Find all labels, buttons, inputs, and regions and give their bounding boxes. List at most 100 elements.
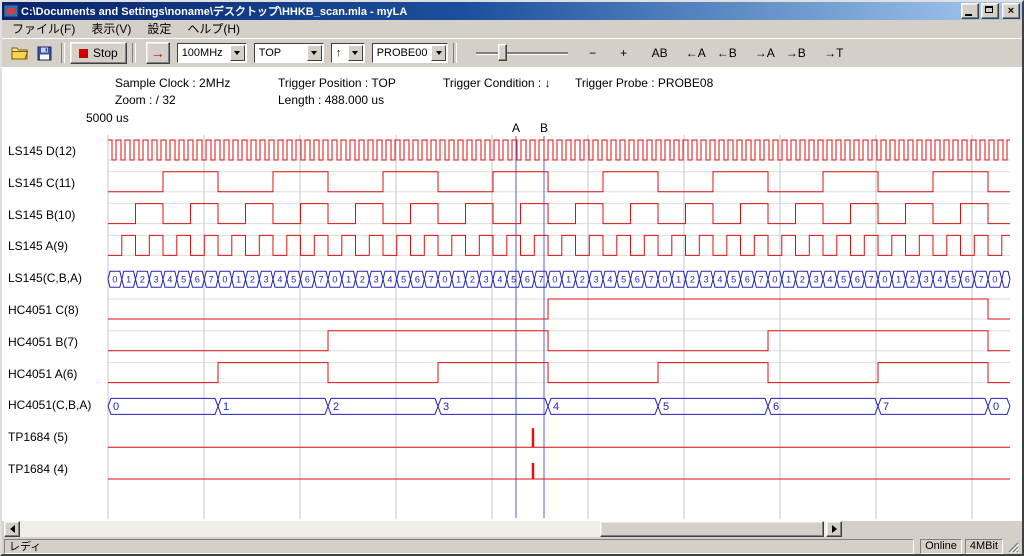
- svg-text:6: 6: [745, 275, 750, 285]
- sample-clock-select[interactable]: 100MHz: [177, 43, 247, 63]
- chevron-down-icon: [311, 51, 317, 55]
- scroll-right-button[interactable]: [826, 521, 842, 537]
- svg-text:3: 3: [924, 275, 929, 285]
- svg-text:6: 6: [965, 275, 970, 285]
- svg-text:2: 2: [910, 275, 915, 285]
- sample-clock-info: Sample Clock : 2MHz: [115, 76, 230, 90]
- zoom-in-button[interactable]: +: [611, 42, 637, 64]
- app-icon: [4, 4, 18, 18]
- stop-label: Stop: [93, 46, 118, 60]
- svg-text:1: 1: [236, 275, 241, 285]
- stop-button[interactable]: Stop: [70, 42, 127, 64]
- goto-b-button[interactable]: ←B: [714, 42, 740, 64]
- chevron-down-icon: [234, 51, 240, 55]
- menu-file[interactable]: ファイル(F): [4, 19, 83, 39]
- zoom-slider-thumb[interactable]: [498, 44, 507, 61]
- svg-text:7: 7: [979, 275, 984, 285]
- goto-a-button[interactable]: ←A: [683, 42, 709, 64]
- goto-trigger-button[interactable]: →T: [821, 42, 847, 64]
- horizontal-scrollbar[interactable]: [4, 521, 842, 537]
- menu-settings[interactable]: 設定: [139, 19, 179, 39]
- toolbar: Stop → 100MHz TOP ↑ PROBE00 − + AB ←A: [2, 38, 1022, 67]
- svg-text:4: 4: [937, 275, 942, 285]
- trigger-probe-dropdown-button[interactable]: [431, 45, 446, 61]
- minimize-button[interactable]: [961, 3, 979, 19]
- channel-label-5: HC4051 C(8): [8, 303, 79, 317]
- svg-text:1: 1: [223, 401, 229, 413]
- svg-text:6: 6: [415, 275, 420, 285]
- channel-label-10: TP1684 (4): [8, 462, 68, 476]
- trigger-probe-value: PROBE00: [373, 47, 432, 59]
- svg-text:0: 0: [662, 275, 667, 285]
- length-info: Length : 488.000 us: [278, 93, 384, 107]
- marker-b-label: B: [538, 121, 550, 135]
- menu-help[interactable]: ヘルプ(H): [179, 19, 248, 39]
- sample-clock-dropdown-button[interactable]: [230, 45, 245, 61]
- svg-text:4: 4: [553, 401, 559, 413]
- zoom-slider[interactable]: [474, 42, 570, 64]
- svg-text:7: 7: [539, 275, 544, 285]
- svg-text:4: 4: [827, 275, 832, 285]
- open-button[interactable]: [8, 42, 32, 64]
- set-b-button[interactable]: →B: [783, 42, 809, 64]
- trigger-edge-dropdown-button[interactable]: [348, 45, 363, 61]
- toolbar-separator: [453, 43, 457, 63]
- zoom-out-button[interactable]: −: [580, 42, 606, 64]
- chevron-down-icon: [352, 51, 358, 55]
- save-button[interactable]: [32, 42, 56, 64]
- scroll-left-button[interactable]: [4, 521, 20, 537]
- trigger-edge-select[interactable]: ↑: [331, 43, 365, 63]
- svg-text:7: 7: [319, 275, 324, 285]
- svg-text:6: 6: [635, 275, 640, 285]
- svg-text:0: 0: [993, 401, 999, 413]
- svg-text:2: 2: [250, 275, 255, 285]
- trigger-position-dropdown-button[interactable]: [307, 45, 322, 61]
- status-ready-text: レディ: [4, 539, 914, 554]
- channel-label-2: LS145 B(10): [8, 208, 75, 222]
- svg-text:2: 2: [470, 275, 475, 285]
- chevron-down-icon: [436, 51, 442, 55]
- status-memory-badge: 4MBit: [965, 539, 1003, 554]
- channel-label-7: HC4051 A(6): [8, 367, 77, 381]
- svg-text:2: 2: [580, 275, 585, 285]
- svg-text:3: 3: [814, 275, 819, 285]
- svg-text:4: 4: [497, 275, 502, 285]
- svg-text:5: 5: [621, 275, 626, 285]
- channel-label-1: LS145 C(11): [8, 176, 75, 190]
- svg-text:7: 7: [869, 275, 874, 285]
- maximize-button[interactable]: [981, 3, 999, 19]
- resize-grip[interactable]: [1006, 540, 1019, 553]
- close-icon: ×: [1003, 4, 1019, 18]
- svg-text:0: 0: [112, 275, 117, 285]
- svg-text:4: 4: [607, 275, 612, 285]
- save-icon: [37, 46, 52, 61]
- svg-text:1: 1: [896, 275, 901, 285]
- svg-text:7: 7: [883, 401, 889, 413]
- svg-text:6: 6: [305, 275, 310, 285]
- status-online-badge: Online: [920, 539, 962, 554]
- set-a-button[interactable]: →A: [752, 42, 778, 64]
- scrollbar-thumb[interactable]: [600, 521, 824, 537]
- svg-text:5: 5: [731, 275, 736, 285]
- maximize-icon: [985, 6, 993, 13]
- menu-bar: ファイル(F) 表示(V) 設定 ヘルプ(H): [2, 20, 1022, 38]
- menu-view[interactable]: 表示(V): [83, 19, 139, 39]
- run-button[interactable]: →: [146, 42, 170, 64]
- svg-text:0: 0: [113, 401, 119, 413]
- trigger-condition-info: Trigger Condition : ↓: [443, 76, 551, 90]
- ab-cursor-button[interactable]: AB: [647, 42, 673, 64]
- svg-text:3: 3: [484, 275, 489, 285]
- close-button[interactable]: ×: [1002, 3, 1020, 19]
- svg-text:5: 5: [951, 275, 956, 285]
- waveform-display[interactable]: 0123456701234567012345670123456701234567…: [2, 126, 1022, 521]
- svg-text:1: 1: [786, 275, 791, 285]
- svg-text:3: 3: [594, 275, 599, 285]
- trigger-probe-select[interactable]: PROBE00: [372, 43, 448, 63]
- svg-text:0: 0: [222, 275, 227, 285]
- svg-text:4: 4: [387, 275, 392, 285]
- svg-text:7: 7: [429, 275, 434, 285]
- svg-text:5: 5: [401, 275, 406, 285]
- trigger-position-select[interactable]: TOP: [254, 43, 324, 63]
- channel-label-4: LS145(C,B,A): [8, 271, 82, 285]
- svg-text:4: 4: [167, 275, 172, 285]
